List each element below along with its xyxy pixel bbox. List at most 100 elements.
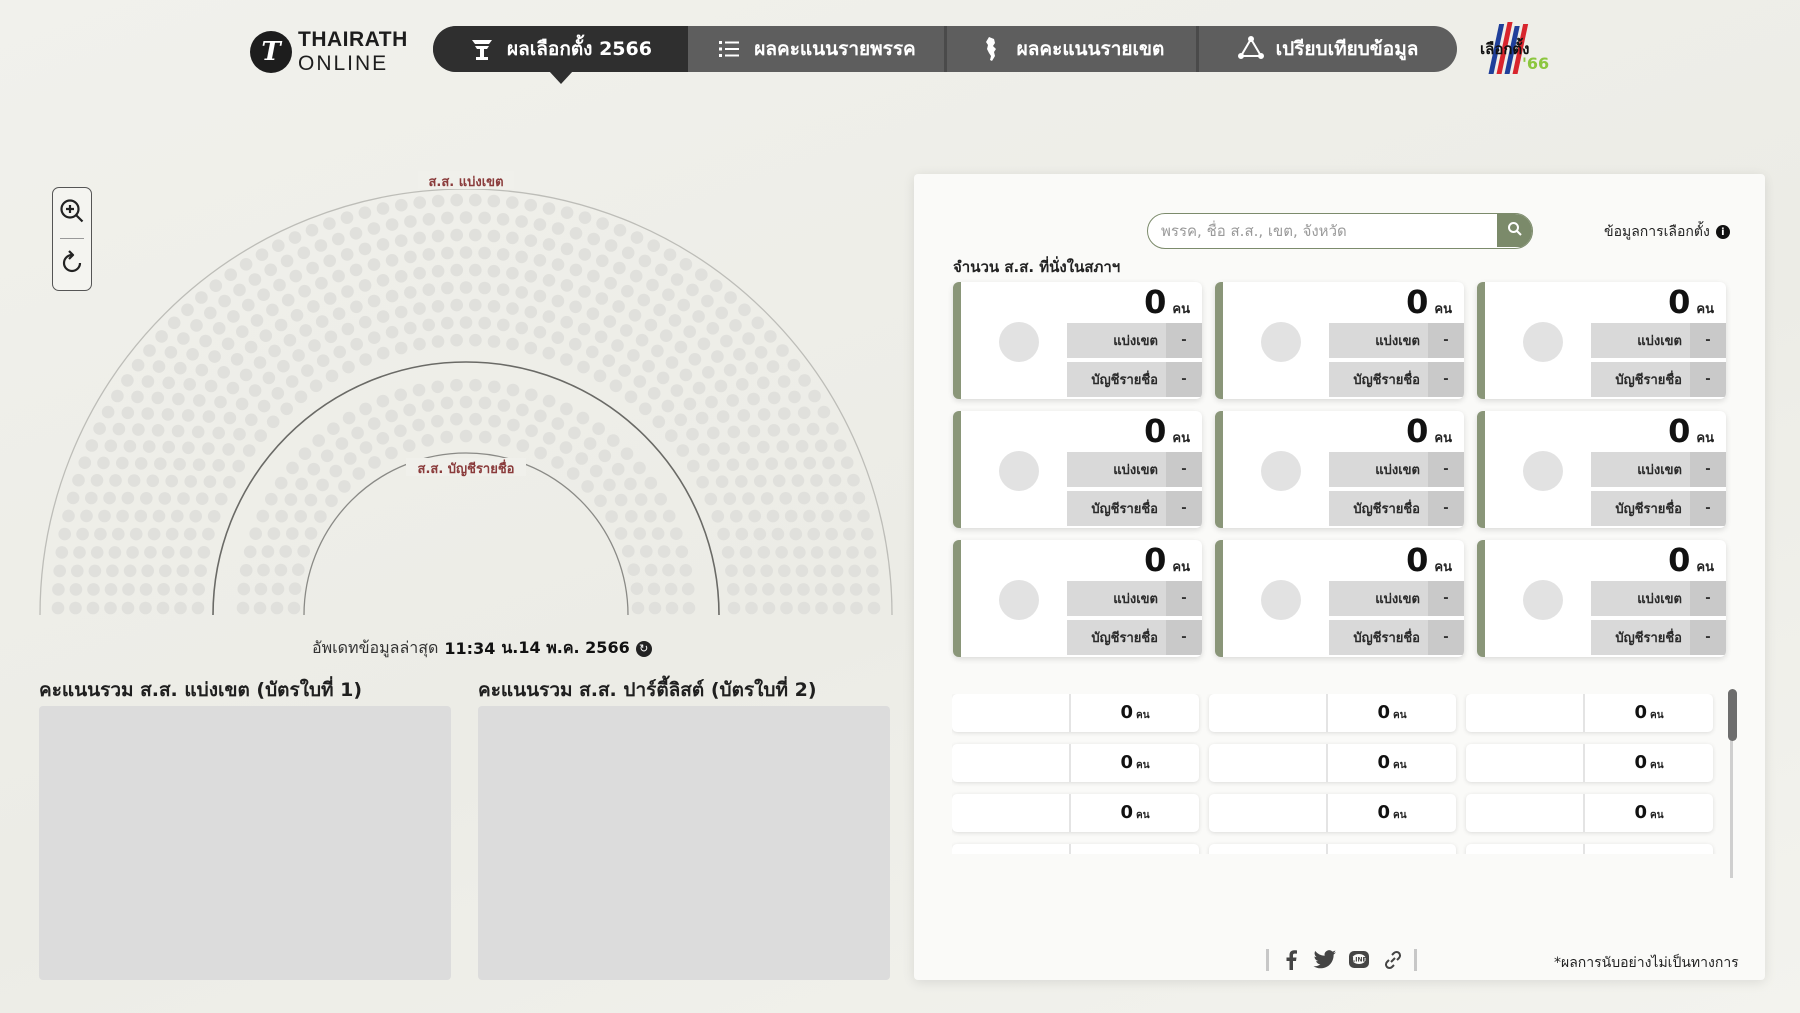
constituency-seat[interactable] (487, 194, 501, 208)
constituency-seat[interactable] (157, 583, 170, 596)
partylist-seat[interactable] (682, 601, 696, 615)
partylist-seat[interactable] (385, 409, 398, 423)
constituency-seat[interactable] (367, 294, 381, 308)
partylist-seat[interactable] (412, 383, 426, 397)
constituency-seat[interactable] (647, 239, 660, 252)
constituency-seat[interactable] (177, 332, 190, 345)
constituency-seat[interactable] (612, 300, 625, 313)
constituency-seat[interactable] (638, 254, 652, 268)
constituency-seat[interactable] (156, 601, 170, 615)
constituency-seat[interactable] (394, 341, 408, 355)
constituency-seat[interactable] (127, 474, 141, 487)
partylist-seat[interactable] (271, 582, 285, 596)
constituency-seat[interactable] (413, 302, 426, 315)
constituency-seat[interactable] (123, 439, 137, 453)
list-item[interactable]: 0คน (1466, 744, 1713, 782)
constituency-seat[interactable] (506, 266, 519, 280)
constituency-seat[interactable] (767, 391, 781, 405)
partylist-seat[interactable] (431, 380, 445, 394)
constituency-seat[interactable] (717, 527, 730, 541)
constituency-seat[interactable] (748, 509, 761, 523)
constituency-seat[interactable] (826, 422, 839, 435)
constituency-seat[interactable] (104, 601, 117, 615)
constituency-seat[interactable] (746, 457, 759, 471)
constituency-seat[interactable] (308, 339, 321, 352)
constituency-seat[interactable] (132, 423, 145, 436)
constituency-seat[interactable] (747, 392, 760, 406)
constituency-seat[interactable] (852, 491, 866, 505)
constituency-seat[interactable] (793, 546, 806, 559)
thairath-logo[interactable]: T THAIRATH ONLINE (250, 28, 408, 76)
constituency-seat[interactable] (141, 564, 154, 578)
partylist-seat[interactable] (651, 527, 665, 540)
constituency-seat[interactable] (846, 546, 859, 559)
constituency-seat[interactable] (121, 374, 134, 387)
constituency-seat[interactable] (757, 440, 770, 454)
party-card[interactable]: 0 คน แบ่งเขต - บัญชีรายชื่อ - (1215, 411, 1464, 528)
constituency-seat[interactable] (725, 564, 738, 577)
constituency-seat[interactable] (413, 231, 426, 245)
constituency-seat[interactable] (776, 344, 789, 357)
constituency-seat[interactable] (183, 378, 196, 391)
partylist-seat[interactable] (478, 396, 492, 410)
constituency-seat[interactable] (609, 379, 623, 393)
constituency-seat[interactable] (174, 601, 187, 615)
constituency-seat[interactable] (413, 266, 426, 280)
constituency-seat[interactable] (174, 583, 188, 596)
constituency-seat[interactable] (542, 238, 556, 251)
partylist-seat[interactable] (307, 462, 321, 476)
constituency-seat[interactable] (515, 321, 528, 335)
constituency-seat[interactable] (359, 353, 372, 366)
constituency-seat[interactable] (717, 442, 730, 455)
partylist-seat[interactable] (675, 545, 689, 559)
constituency-seat[interactable] (121, 406, 135, 420)
party-mini-list[interactable]: 0คน0คน0คน0คน0คน0คน0คน0คน0คน0คน0คน0คน (952, 694, 1727, 854)
constituency-seat[interactable] (151, 391, 165, 405)
partylist-seat[interactable] (681, 582, 695, 596)
constituency-seat[interactable] (652, 415, 666, 429)
constituency-seat[interactable] (551, 222, 565, 235)
partylist-seat[interactable] (394, 388, 408, 402)
constituency-seat[interactable] (830, 564, 844, 578)
constituency-seat[interactable] (422, 213, 436, 226)
partylist-seat[interactable] (488, 414, 501, 428)
constituency-seat[interactable] (69, 601, 82, 615)
partylist-seat[interactable] (551, 417, 565, 430)
constituency-seat[interactable] (58, 527, 71, 541)
constituency-seat[interactable] (723, 363, 737, 377)
constituency-seat[interactable] (742, 564, 756, 577)
partylist-seat[interactable] (479, 430, 492, 444)
constituency-seat[interactable] (478, 281, 491, 295)
partylist-seat[interactable] (256, 509, 270, 523)
constituency-seat[interactable] (171, 424, 185, 438)
partylist-seat[interactable] (284, 493, 298, 506)
constituency-seat[interactable] (721, 546, 735, 559)
constituency-seat[interactable] (683, 397, 697, 411)
constituency-seat[interactable] (155, 330, 168, 343)
constituency-seat[interactable] (578, 211, 592, 224)
constituency-seat[interactable] (810, 474, 823, 487)
partylist-seat[interactable] (631, 601, 645, 615)
partylist-seat[interactable] (581, 480, 594, 493)
constituency-seat[interactable] (250, 314, 264, 327)
constituency-seat[interactable] (108, 546, 122, 559)
partylist-seat[interactable] (607, 434, 620, 447)
constituency-seat[interactable] (604, 239, 618, 252)
partylist-seat[interactable] (359, 402, 372, 416)
partylist-seat[interactable] (498, 434, 511, 447)
partylist-seat[interactable] (402, 439, 416, 453)
constituency-seat[interactable] (69, 583, 83, 596)
constituency-seat[interactable] (266, 303, 279, 317)
partylist-seat[interactable] (657, 545, 671, 558)
constituency-seat[interactable] (542, 274, 556, 287)
partylist-seat[interactable] (664, 582, 678, 596)
constituency-seat[interactable] (726, 458, 740, 472)
constituency-seat[interactable] (288, 231, 302, 244)
constituency-seat[interactable] (542, 310, 556, 323)
constituency-seat[interactable] (162, 376, 175, 390)
constituency-seat[interactable] (695, 268, 708, 281)
constituency-seat[interactable] (469, 228, 482, 242)
constituency-seat[interactable] (141, 407, 154, 420)
constituency-seat[interactable] (152, 360, 166, 373)
constituency-seat[interactable] (733, 348, 746, 361)
